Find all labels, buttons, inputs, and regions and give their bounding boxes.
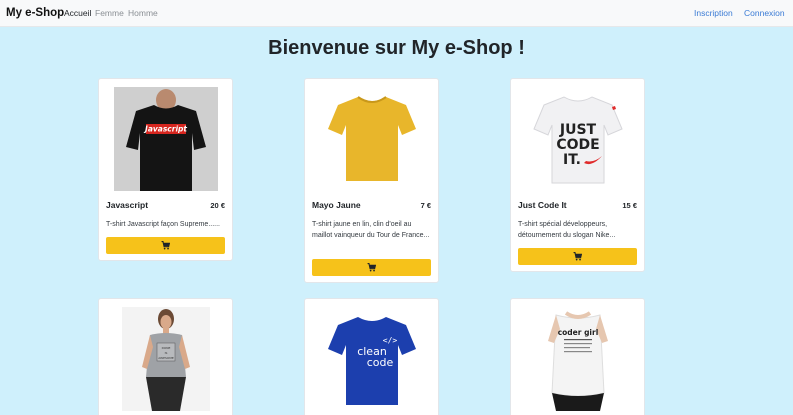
product-card-javascript: Javascript Javascript 20 € T-shirt Javas…	[98, 78, 233, 261]
product-card-mayo-jaune: Mayo Jaune 7 € T-shirt jaune en lin, cli…	[304, 78, 439, 283]
add-to-cart-button[interactable]	[312, 259, 431, 276]
svg-text:</>: </>	[382, 336, 397, 345]
product-name[interactable]: Just Code It	[518, 200, 567, 210]
svg-text:AWESOME: AWESOME	[158, 356, 174, 360]
add-to-cart-button[interactable]	[106, 237, 225, 254]
svg-text:code: code	[366, 356, 393, 369]
product-image-just-code-it[interactable]: JUST CODE IT.	[511, 87, 644, 191]
product-name[interactable]: Javascript	[106, 200, 148, 210]
nav-link-femme[interactable]: Femme	[95, 8, 124, 18]
product-image-javascript[interactable]: Javascript	[99, 87, 232, 191]
svg-text:Javascript: Javascript	[143, 125, 187, 134]
add-to-cart-button[interactable]	[518, 248, 637, 265]
page-title: Bienvenue sur My e-Shop !	[268, 37, 525, 59]
brand-logo[interactable]: My e-Shop	[6, 7, 64, 19]
svg-text:IT.: IT.	[563, 152, 581, 168]
cart-icon	[367, 263, 376, 272]
navbar: My e-Shop Accueil Femme Homme Inscriptio…	[0, 0, 793, 27]
product-description: T-shirt jaune en lin, clin d'oeil au mai…	[312, 221, 430, 239]
product-image-mayo-jaune[interactable]	[305, 87, 438, 191]
product-price: 7 €	[420, 201, 431, 210]
cart-icon	[161, 241, 170, 250]
svg-text:DONE: DONE	[161, 346, 170, 350]
product-card-just-code-it: JUST CODE IT. Just Code It 15 € T-shirt …	[510, 78, 645, 272]
svg-text:IS: IS	[164, 351, 167, 355]
product-image-women-grey[interactable]: DONE IS AWESOME	[99, 307, 232, 411]
product-image-coder-girl[interactable]: coder girl	[511, 307, 644, 411]
product-card-coder-girl: coder girl	[510, 298, 645, 415]
cart-icon	[573, 252, 582, 261]
product-name[interactable]: Mayo Jaune	[312, 200, 361, 210]
product-description: T-shirt Javascript façon Supreme......	[106, 221, 220, 228]
svg-text:CODE: CODE	[556, 137, 599, 153]
product-description: T-shirt spécial développeurs, détourneme…	[518, 221, 616, 239]
product-price: 15 €	[622, 201, 637, 210]
product-price: 20 €	[210, 201, 225, 210]
nav-link-accueil[interactable]: Accueil	[64, 8, 91, 18]
product-card-clean-code: </> clean code	[304, 298, 439, 415]
nav-link-homme[interactable]: Homme	[128, 8, 158, 18]
nav-link-connexion[interactable]: Connexion	[744, 8, 785, 18]
svg-text:JUST: JUST	[558, 122, 596, 138]
product-card-women-grey: DONE IS AWESOME	[98, 298, 233, 415]
svg-text:coder girl: coder girl	[557, 328, 598, 337]
nav-link-inscription[interactable]: Inscription	[694, 8, 733, 18]
product-image-clean-code[interactable]: </> clean code	[305, 307, 438, 411]
